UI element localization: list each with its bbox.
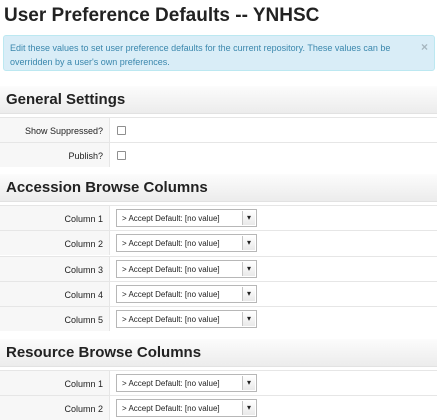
chevron-down-icon: ▾ [242,312,255,326]
chevron-down-icon: ▾ [242,376,255,390]
resource-column-label: Column 1 [64,379,103,389]
select-value: > Accept Default: [no value] [122,315,220,324]
resource-columns-heading: Resource Browse Columns [6,344,202,361]
select-value: > Accept Default: [no value] [122,265,220,274]
alert-text: Edit these values to set user preference… [10,43,391,67]
accession-column-label: Column 1 [64,214,103,224]
general-settings-heading: General Settings [6,91,126,108]
resource-column-label: Column 2 [64,404,103,414]
accession-columns-heading: Accession Browse Columns [6,179,208,196]
chevron-down-icon: ▾ [242,287,255,301]
accession-column-4-select[interactable]: > Accept Default: [no value] ▾ [116,285,257,303]
chevron-down-icon: ▾ [242,401,255,415]
accession-column-label: Column 2 [64,239,103,249]
select-value: > Accept Default: [no value] [122,379,220,388]
accession-column-label: Column 3 [64,265,103,275]
show-suppressed-label: Show Suppressed? [24,126,103,136]
accession-column-row: Column 2 > Accept Default: [no value] ▾ [0,230,437,255]
accession-column-row: Column 3 > Accept Default: [no value] ▾ [0,256,437,281]
select-value: > Accept Default: [no value] [122,239,220,248]
page-title: User Preference Defaults -- YNHSC [4,5,320,26]
select-value: > Accept Default: [no value] [122,290,220,299]
accession-column-row: Column 4 > Accept Default: [no value] ▾ [0,281,437,306]
resource-column-row: Column 1 > Accept Default: [no value] ▾ [0,370,437,395]
select-value: > Accept Default: [no value] [122,404,220,413]
accession-column-row: Column 5 > Accept Default: [no value] ▾ [0,306,437,331]
show-suppressed-checkbox[interactable] [117,126,126,135]
publish-row: Publish? [0,142,437,167]
general-settings-header: General Settings [0,86,437,114]
publish-label: Publish? [68,151,103,161]
resource-column-2-select[interactable]: > Accept Default: [no value] ▾ [116,399,257,417]
info-alert: Edit these values to set user preference… [3,35,435,71]
chevron-down-icon: ▾ [242,262,255,276]
accession-column-5-select[interactable]: > Accept Default: [no value] ▾ [116,310,257,328]
accession-columns-header: Accession Browse Columns [0,174,437,202]
select-value: > Accept Default: [no value] [122,214,220,223]
chevron-down-icon: ▾ [242,236,255,250]
resource-column-row: Column 2 > Accept Default: [no value] ▾ [0,395,437,420]
resource-column-1-select[interactable]: > Accept Default: [no value] ▾ [116,374,257,392]
accession-column-1-select[interactable]: > Accept Default: [no value] ▾ [116,209,257,227]
close-icon[interactable]: × [421,40,428,54]
resource-columns-header: Resource Browse Columns [0,339,437,367]
accession-column-3-select[interactable]: > Accept Default: [no value] ▾ [116,260,257,278]
publish-checkbox[interactable] [117,151,126,160]
accession-column-2-select[interactable]: > Accept Default: [no value] ▾ [116,234,257,252]
accession-column-row: Column 1 > Accept Default: [no value] ▾ [0,205,437,230]
show-suppressed-row: Show Suppressed? [0,117,437,142]
accession-column-label: Column 4 [64,290,103,300]
accession-column-label: Column 5 [64,315,103,325]
chevron-down-icon: ▾ [242,211,255,225]
